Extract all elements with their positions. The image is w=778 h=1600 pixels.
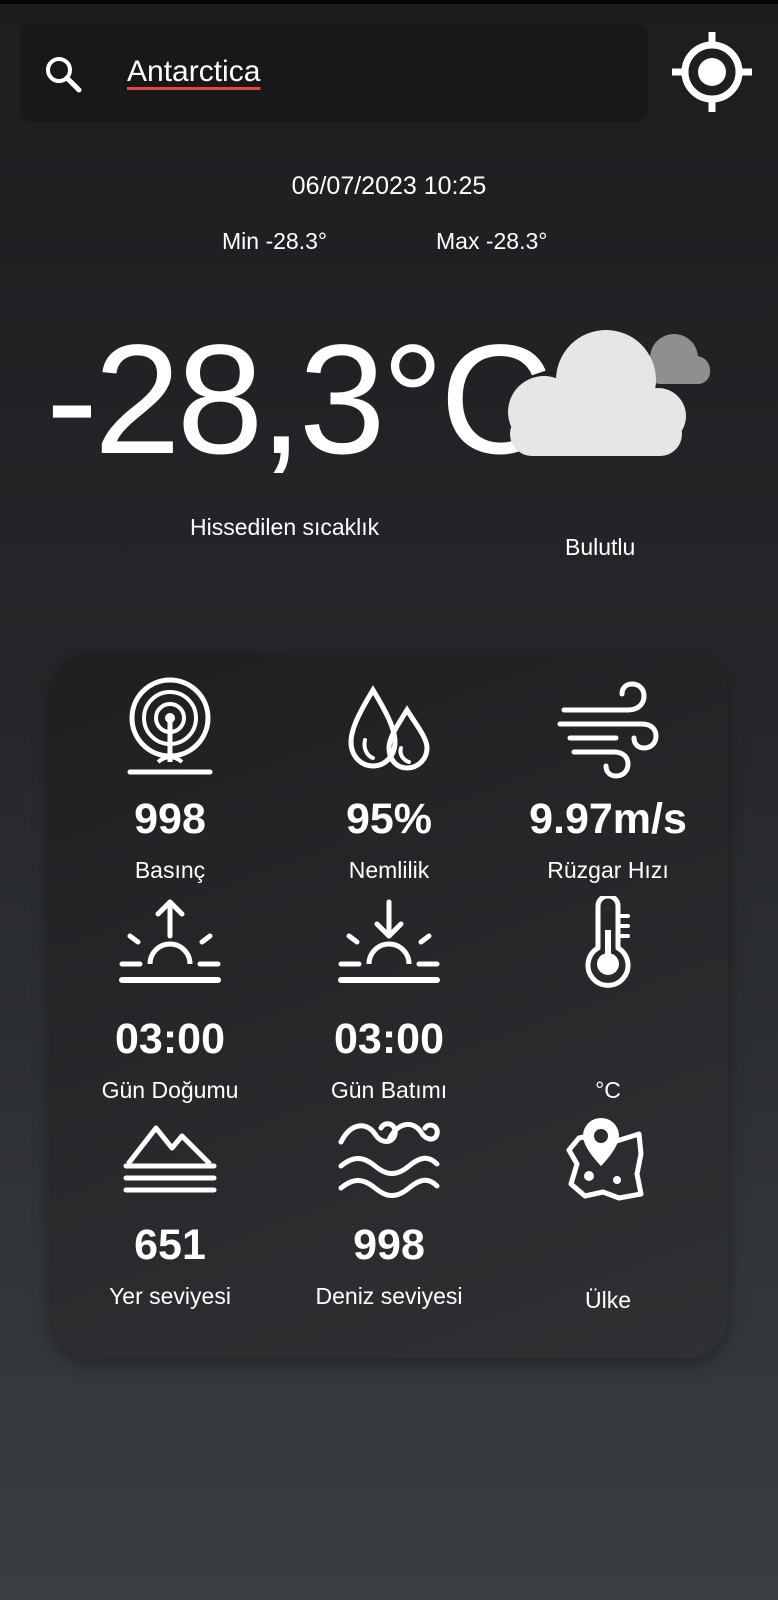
- sunset-stat: 03:00 Gün Batımı: [277, 896, 501, 1104]
- humidity-drops-icon: [348, 685, 430, 771]
- unit-stat: °C: [496, 896, 720, 1104]
- weather-condition: Bulutlu: [565, 534, 636, 560]
- my-location-icon[interactable]: [670, 30, 754, 114]
- pressure-value: 998: [134, 795, 206, 843]
- country-stat: Ülke: [496, 1114, 720, 1314]
- pressure-stat: 998 Basınç: [58, 676, 282, 884]
- sunset-label: Gün Batımı: [330, 1077, 448, 1103]
- cloudy-icon: [508, 330, 710, 456]
- max-temperature: Max -28.3°: [436, 228, 548, 254]
- sea-level-label: Deniz seviyesi: [315, 1283, 463, 1309]
- unit-label: °C: [595, 1077, 621, 1103]
- pressure-label: Basınç: [134, 857, 206, 883]
- mountain-icon: [123, 1125, 217, 1193]
- unit-value: [496, 1018, 720, 1061]
- search-bar[interactable]: Antarctica: [20, 24, 648, 122]
- barometer-icon: [127, 677, 213, 775]
- min-temperature: Min -28.3°: [222, 228, 328, 254]
- humidity-value: 95%: [345, 795, 433, 843]
- details-panel: 998 Basınç 95% Nemlilik 9.97m/s Rüzgar H…: [50, 652, 728, 1358]
- humidity-label: Nemlilik: [348, 857, 430, 883]
- thermometer-icon: [585, 896, 631, 988]
- map-pin-icon: [566, 1118, 644, 1201]
- search-icon[interactable]: [42, 53, 84, 95]
- ground-level-value: 651: [134, 1221, 206, 1269]
- waves-icon: [338, 1121, 440, 1198]
- sunset-value: 03:00: [334, 1015, 444, 1063]
- wind-label: Rüzgar Hızı: [547, 857, 669, 883]
- feels-like-label: Hissedilen sıcaklık: [190, 514, 380, 540]
- wind-value: 9.97m/s: [529, 795, 687, 843]
- ground-level-label: Yer seviyesi: [109, 1283, 231, 1309]
- sunset-icon: [338, 899, 440, 983]
- wind-stat: 9.97m/s Rüzgar Hızı: [496, 676, 720, 884]
- current-temperature: -28,3°C: [46, 313, 553, 487]
- sea-level-stat: 998 Deniz seviyesi: [277, 1114, 501, 1310]
- sunrise-icon: [119, 899, 221, 983]
- sunrise-stat: 03:00 Gün Doğumu: [58, 896, 282, 1104]
- sunrise-value: 03:00: [115, 1015, 225, 1063]
- status-strip: [0, 0, 778, 4]
- country-value: [496, 1228, 720, 1271]
- sea-level-value: 998: [353, 1221, 425, 1269]
- search-input[interactable]: Antarctica: [127, 55, 260, 89]
- humidity-stat: 95% Nemlilik: [277, 676, 501, 884]
- sunrise-label: Gün Doğumu: [101, 1077, 239, 1103]
- date-time: 06/07/2023 10:25: [291, 172, 487, 200]
- country-label: Ülke: [584, 1287, 631, 1313]
- wind-icon: [557, 681, 659, 779]
- ground-level-stat: 651 Yer seviyesi: [58, 1114, 282, 1310]
